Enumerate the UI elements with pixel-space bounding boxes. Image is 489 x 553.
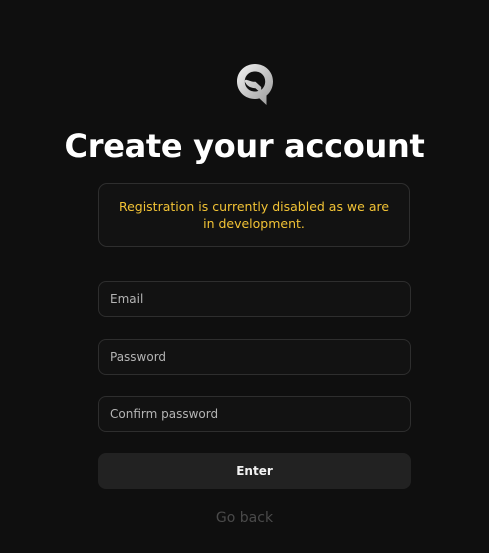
- go-back-link[interactable]: Go back: [0, 508, 489, 528]
- notice-text: Registration is currently disabled as we…: [118, 199, 390, 231]
- registration-disabled-notice: Registration is currently disabled as we…: [98, 183, 410, 247]
- enter-button[interactable]: Enter: [98, 453, 411, 489]
- confirm-password-input[interactable]: [98, 396, 411, 432]
- email-input[interactable]: [98, 281, 411, 317]
- page-title: Create your account: [64, 127, 425, 165]
- password-input[interactable]: [98, 339, 411, 375]
- q-logo-icon: [237, 64, 273, 105]
